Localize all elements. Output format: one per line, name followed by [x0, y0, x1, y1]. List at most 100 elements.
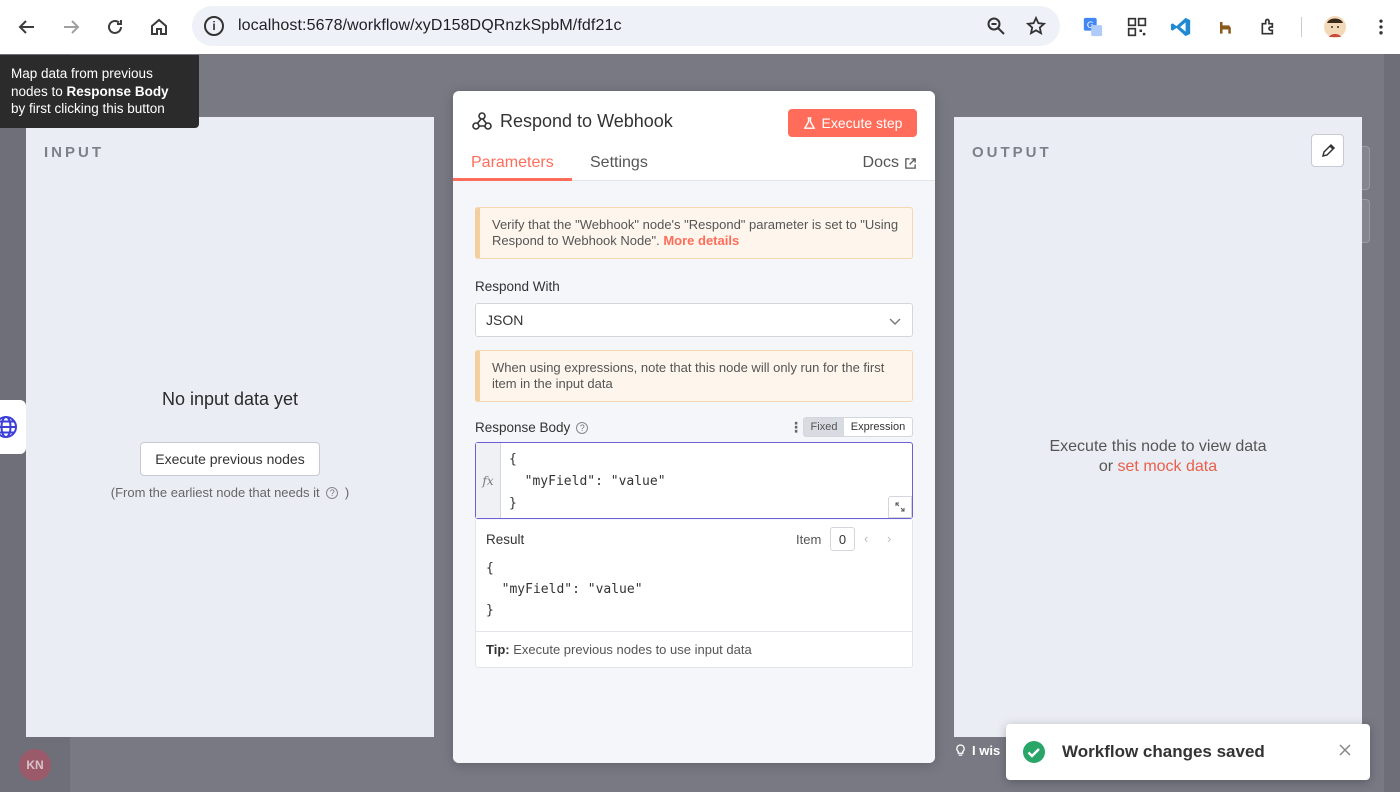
browser-menu-icon[interactable]	[1368, 14, 1394, 40]
llama-extension-icon[interactable]	[1212, 14, 1238, 40]
output-panel: OUTPUT Execute this node to view data or…	[954, 117, 1362, 737]
input-panel-title: INPUT	[44, 144, 104, 161]
saved-toast: Workflow changes saved	[1006, 724, 1370, 780]
expression-code[interactable]: { "myField": "value"}	[509, 449, 666, 515]
set-mock-data-link[interactable]: set mock data	[1118, 458, 1218, 475]
external-link-icon	[905, 157, 916, 169]
tooltip-line: nodes to Response Body	[11, 83, 188, 101]
back-button[interactable]	[5, 5, 49, 49]
toolbar-divider	[1301, 17, 1302, 37]
right-panel-field	[1362, 199, 1370, 243]
home-button[interactable]	[137, 5, 181, 49]
expression-notice: When using expressions, note that this n…	[475, 350, 913, 402]
modal-header: Respond to Webhook Execute step Paramete…	[453, 91, 935, 181]
zoom-icon[interactable]	[986, 16, 1006, 36]
item-label: Item	[796, 532, 822, 547]
toggle-fixed[interactable]: Fixed	[804, 418, 844, 436]
response-body-editor[interactable]: fx { "myField": "value"}	[475, 442, 913, 519]
tab-settings[interactable]: Settings	[590, 154, 648, 172]
earliest-note-suffix: )	[344, 485, 350, 500]
code-line: }	[509, 496, 517, 511]
parameters-panel: Verify that the "Webhook" node's "Respon…	[453, 181, 935, 763]
tooltip-line: Map data from previous	[11, 66, 153, 81]
output-panel-title: OUTPUT	[972, 144, 1052, 161]
tooltip-text: nodes to	[11, 83, 67, 99]
item-next-button[interactable]: ›	[887, 531, 891, 546]
user-avatar[interactable]: KN	[19, 749, 51, 781]
vscode-extension-icon[interactable]	[1168, 14, 1194, 40]
item-prev-button[interactable]: ‹	[864, 531, 868, 546]
profile-avatar-icon[interactable]	[1322, 14, 1348, 40]
code-line: {	[509, 452, 517, 467]
extensions-puzzle-icon[interactable]	[1256, 14, 1282, 40]
execute-previous-nodes-button[interactable]: Execute previous nodes	[140, 442, 320, 476]
tip-text: Tip: Execute previous nodes to use input…	[476, 631, 912, 667]
item-index-input[interactable]: 0	[830, 527, 855, 551]
options-menu-icon[interactable]: ⋮	[789, 419, 803, 436]
reload-icon	[108, 19, 122, 34]
right-sidebar-strip	[1384, 54, 1400, 792]
output-message-line: or set mock data	[954, 457, 1362, 477]
result-line: }	[486, 603, 494, 618]
result-code: { "myField": "value"}	[486, 558, 643, 621]
toast-message: Workflow changes saved	[1062, 742, 1265, 761]
globe-icon	[0, 416, 17, 438]
tab-parameters[interactable]: Parameters	[471, 154, 554, 172]
expression-result: Result Item 0 ‹ › { "myField": "value"} …	[475, 520, 913, 668]
question-circle-icon[interactable]: ?	[326, 487, 339, 499]
url-text: localhost:5678/workflow/xyD158DQRnzkSpbM…	[238, 17, 622, 34]
webhook-icon	[472, 112, 492, 130]
tip-bold: Tip:	[486, 642, 510, 657]
earliest-note-text: (From the earliest node that needs it	[110, 485, 320, 500]
pencil-icon	[1321, 143, 1335, 157]
output-or-text: or	[1098, 458, 1118, 475]
expand-icon	[895, 502, 905, 512]
earliest-node-note: (From the earliest node that needs it ? …	[26, 485, 434, 500]
respond-with-value: JSON	[486, 312, 524, 328]
node-details-modal: Respond to Webhook Execute step Paramete…	[453, 91, 935, 763]
question-circle-icon[interactable]: ?	[576, 422, 589, 434]
docs-link[interactable]: Docs	[863, 154, 917, 172]
site-info-icon[interactable]: i	[204, 16, 224, 36]
edit-output-button[interactable]	[1311, 134, 1344, 167]
output-message-line: Execute this node to view data	[1049, 438, 1267, 455]
input-panel: INPUT No input data yet Execute previous…	[26, 117, 434, 737]
reload-button[interactable]	[93, 5, 137, 49]
result-line: {	[486, 561, 494, 576]
webhook-notice: Verify that the "Webhook" node's "Respon…	[475, 207, 913, 259]
result-line: "myField": "value"	[486, 582, 643, 597]
respond-with-label: Respond With	[475, 279, 560, 294]
address-bar[interactable]: i localhost:5678/workflow/xyD158DQRnzkSp…	[192, 6, 1060, 46]
close-icon[interactable]	[1338, 743, 1352, 757]
language-tab[interactable]	[0, 400, 26, 454]
more-details-link[interactable]: More details	[663, 233, 739, 248]
forward-button[interactable]	[49, 5, 93, 49]
output-empty-message: Execute this node to view data or set mo…	[954, 437, 1362, 477]
toggle-expression[interactable]: Expression	[844, 418, 912, 436]
fixed-expression-toggle[interactable]: Fixed Expression	[803, 417, 913, 437]
flask-icon	[803, 116, 815, 129]
open-expression-editor-button[interactable]	[888, 496, 912, 518]
arrow-right-icon	[64, 20, 80, 34]
hint-text: I wis	[955, 743, 1000, 758]
chevron-down-icon	[889, 318, 901, 325]
response-body-label: Response Body?	[475, 420, 589, 435]
qr-extension-icon[interactable]	[1124, 14, 1150, 40]
no-input-title: No input data yet	[161, 389, 299, 409]
translate-extension-icon[interactable]: G	[1080, 14, 1106, 40]
code-line: "myField": "value"	[509, 474, 666, 489]
right-panel-field	[1362, 146, 1370, 190]
browser-toolbar: i localhost:5678/workflow/xyD158DQRnzkSp…	[0, 0, 1400, 54]
response-body-text: Response Body	[475, 420, 571, 435]
execute-step-button[interactable]: Execute step	[788, 109, 917, 137]
bookmark-star-icon[interactable]	[1026, 16, 1046, 36]
node-title: Respond to Webhook	[500, 111, 673, 131]
respond-with-select[interactable]: JSON	[475, 303, 913, 337]
docs-label: Docs	[862, 154, 899, 171]
fx-icon: fx	[476, 443, 501, 518]
execute-step-label: Execute step	[821, 115, 903, 131]
home-icon	[151, 18, 167, 35]
tip-body: Execute previous nodes to use input data	[509, 642, 752, 657]
lightbulb-icon	[956, 744, 965, 756]
mapping-tooltip: Map data from previous nodes to Response…	[0, 55, 199, 128]
